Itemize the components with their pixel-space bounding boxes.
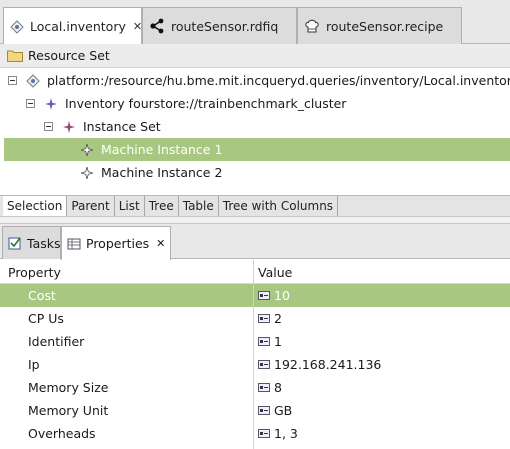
column-divider[interactable] [253, 260, 254, 449]
editor-tab-bar: Local.inventory ✕ routeSensor.rdfiq rout… [0, 0, 510, 45]
table-row[interactable]: Memory Size 8 [0, 376, 510, 399]
tree-node-label: Instance Set [83, 119, 161, 134]
close-icon[interactable]: ✕ [133, 20, 142, 33]
column-header-value[interactable]: Value [258, 265, 292, 280]
folder-icon [7, 49, 23, 62]
collapse-toggle-icon[interactable] [26, 99, 35, 108]
property-name: Overheads [28, 426, 96, 441]
property-value: 1, 3 [274, 426, 298, 441]
tab-label: Tasks [27, 235, 61, 251]
resource-set-title: Resource Set [28, 48, 110, 63]
tree-node-resource[interactable]: platform:/resource/hu.bme.mit.incqueryd.… [8, 69, 510, 92]
tab-routesensor-recipe[interactable]: routeSensor.recipe [297, 7, 462, 44]
tree-node-label: Machine Instance 1 [101, 142, 223, 157]
tree-node-label: platform:/resource/hu.bme.mit.incqueryd.… [47, 73, 510, 88]
properties-table: Property Value Cost 10 CP Us 2 Identifie… [0, 260, 510, 449]
inventory-model-icon [10, 19, 24, 35]
tab-tree-with-columns[interactable]: Tree with Columns [219, 196, 339, 216]
value-field-icon [258, 360, 270, 369]
tree-node-machine-instance-1[interactable]: Machine Instance 1 [4, 138, 510, 161]
property-value: 1 [274, 334, 282, 349]
resource-file-icon [26, 73, 40, 88]
property-value: GB [274, 403, 293, 418]
value-field-icon [258, 291, 270, 300]
tab-routesensor-rdfiq[interactable]: routeSensor.rdfiq [142, 7, 297, 44]
close-icon[interactable]: ✕ [156, 237, 165, 250]
editor-page-tabs: Selection Parent List Tree Table Tree wi… [0, 195, 510, 217]
resource-set-tree: Resource Set platform:/resource/hu.bme.m… [0, 44, 510, 194]
collapse-toggle-icon[interactable] [44, 122, 53, 131]
tab-label: Properties [86, 236, 150, 251]
resource-set-header: Resource Set [0, 44, 510, 68]
property-name: Identifier [28, 334, 85, 349]
tab-selection[interactable]: Selection [3, 196, 68, 216]
property-value: 10 [274, 288, 290, 303]
tab-tasks[interactable]: Tasks [2, 226, 61, 259]
machine-instance-icon [80, 143, 94, 157]
table-row[interactable]: CP Us 2 [0, 307, 510, 330]
table-row[interactable]: Ip 192.168.241.136 [0, 353, 510, 376]
properties-header-row: Property Value [0, 260, 510, 284]
value-field-icon [258, 406, 270, 415]
property-name: CP Us [28, 311, 64, 326]
inventory-star-icon [44, 97, 58, 111]
property-name: Memory Size [28, 380, 109, 395]
property-name: Ip [28, 357, 40, 372]
property-name: Memory Unit [28, 403, 109, 418]
properties-table-icon [67, 237, 81, 251]
property-value: 192.168.241.136 [274, 357, 382, 372]
value-field-icon [258, 429, 270, 438]
tree-node-label: Inventory fourstore://trainbenchmark_clu… [65, 96, 347, 111]
table-row[interactable]: Identifier 1 [0, 330, 510, 353]
tab-tree[interactable]: Tree [145, 196, 179, 216]
value-field-icon [258, 383, 270, 392]
table-row[interactable]: Cost 10 [0, 284, 510, 307]
collapse-toggle-icon[interactable] [8, 76, 17, 85]
tab-properties[interactable]: Properties ✕ [61, 226, 171, 260]
instance-set-star-icon [62, 120, 76, 134]
recipe-chef-icon [304, 18, 320, 34]
tree-node-machine-instance-2[interactable]: Machine Instance 2 [80, 161, 222, 184]
value-field-icon [258, 314, 270, 323]
tab-list[interactable]: List [115, 196, 145, 216]
tab-label: routeSensor.rdfiq [171, 18, 279, 34]
table-row[interactable]: Overheads 1, 3 [0, 422, 510, 445]
property-value: 8 [274, 380, 282, 395]
table-row[interactable]: Memory Unit GB [0, 399, 510, 422]
pane-divider [0, 217, 510, 224]
machine-instance-icon [80, 166, 94, 180]
tree-node-label: Machine Instance 2 [101, 165, 223, 180]
tasks-checkbox-icon [8, 236, 22, 250]
rdfiq-graph-icon [149, 18, 165, 34]
tab-label: Local.inventory [30, 19, 126, 34]
tab-local-inventory[interactable]: Local.inventory ✕ [3, 7, 142, 45]
views-tab-bar: Tasks Properties ✕ [0, 224, 510, 260]
tab-parent[interactable]: Parent [67, 196, 115, 216]
tree-node-inventory[interactable]: Inventory fourstore://trainbenchmark_clu… [26, 92, 346, 115]
property-name: Cost [28, 288, 56, 303]
tab-label: routeSensor.recipe [326, 18, 444, 34]
tab-table[interactable]: Table [179, 196, 219, 216]
column-header-property[interactable]: Property [8, 265, 61, 280]
property-value: 2 [274, 311, 282, 326]
value-field-icon [258, 337, 270, 346]
tree-node-instance-set[interactable]: Instance Set [44, 115, 161, 138]
